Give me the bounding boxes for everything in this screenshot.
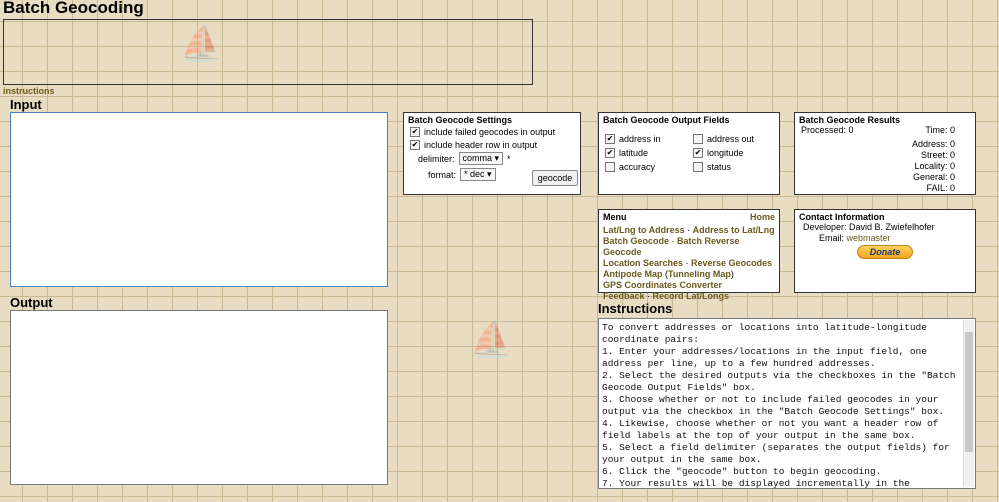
output-textarea[interactable] [10,310,388,485]
status-label: status [707,161,732,172]
contact-box: Contact Information Developer: David B. … [794,209,976,293]
output-label: Output [10,295,53,310]
field-accuracy[interactable]: accuracy [605,160,693,173]
menu-link-tunneling-map[interactable]: Tunneling Map [668,269,731,279]
accuracy-checkbox[interactable] [605,161,615,172]
include-header-checkbox[interactable]: ✔ [410,139,420,150]
settings-title: Batch Geocode Settings [408,115,513,125]
menu-box: Menu Home Lat/Lng to Address · Address t… [598,209,780,301]
email-link[interactable]: webmaster [847,233,891,243]
email-label: Email: [819,233,845,243]
menu-link-feedback[interactable]: Feedback [603,291,645,301]
contact-title: Contact Information [799,212,885,222]
developer-label: Developer: [803,222,847,232]
format-label: format: [428,169,457,180]
page-title: Batch Geocoding [3,0,144,17]
latitude-checkbox[interactable]: ✔ [605,147,615,158]
time-value: 0 [950,125,956,135]
fail-count-label: FAIL: [926,183,948,193]
menu-link-gps-converter[interactable]: GPS Coordinates Converter [603,280,722,290]
delimiter-select[interactable]: comma ▾ [458,152,504,165]
menu-link-antipode-map[interactable]: Antipode Map [603,269,663,279]
longitude-checkbox[interactable]: ✔ [693,147,703,158]
accuracy-label: accuracy [619,161,656,172]
settings-box: Batch Geocode Settings ✔ include failed … [403,112,581,195]
field-longitude[interactable]: ✔ longitude [693,146,781,159]
address-out-label: address out [707,133,755,144]
instructions-text: To convert addresses or locations into l… [602,322,956,488]
street-count-label: Street: [920,150,948,160]
instructions-textarea-frame[interactable]: To convert addresses or locations into l… [598,318,976,489]
format-select[interactable]: * dec ▾ [460,168,496,181]
locality-count-value: 0 [950,161,956,171]
output-fields-title: Batch Geocode Output Fields [603,115,730,125]
menu-separator: · [683,258,692,268]
address-count-label: Address: [911,139,948,149]
menu-link-location-searches[interactable]: Location Searches [603,258,683,268]
latitude-label: latitude [619,147,649,158]
menu-title: Menu [603,212,627,222]
menu-paren-close: ) [730,269,734,279]
menu-separator: · [669,236,678,246]
street-count-value: 0 [950,150,956,160]
delimiter-label: delimiter: [418,153,455,164]
developer-name: David B. Zwiefelhofer [849,222,935,232]
field-address-in[interactable]: ✔ address in [605,132,693,145]
field-status[interactable]: status [693,160,781,173]
include-header-label: include header row in output [424,139,538,150]
address-count-value: 0 [950,139,956,149]
geocode-button[interactable]: geocode [532,170,578,186]
instructions-label: Instructions [598,301,673,316]
processed-value: 0 [848,125,854,135]
menu-separator: · [684,225,693,235]
address-out-checkbox[interactable] [693,133,703,144]
address-in-label: address in [619,133,661,144]
locality-count-label: Locality: [914,161,948,171]
input-label: Input [10,97,42,112]
menu-link-record-latlongs[interactable]: Record Lat/Longs [653,291,730,301]
general-count-value: 0 [950,172,956,182]
include-failed-checkbox[interactable]: ✔ [410,126,420,137]
menu-home-link[interactable]: Home [750,212,775,223]
longitude-label: longitude [707,147,744,158]
include-failed-label: include failed geocodes in output [424,126,556,137]
menu-separator: · [644,291,653,301]
ship-watermark-icon: ⛵ [470,321,513,359]
time-label: Time: [925,125,948,135]
menu-link-address-to-latlng[interactable]: Address to Lat/Lng [693,225,775,235]
input-textarea[interactable] [10,112,388,287]
banner-ad-frame [3,19,533,85]
menu-link-latlng-to-address[interactable]: Lat/Lng to Address [603,225,685,235]
delimiter-asterisk: * [507,153,511,164]
processed-label: Processed: [801,125,847,135]
donate-button[interactable]: Donate [857,245,913,259]
results-title: Batch Geocode Results [799,115,901,125]
output-fields-box: Batch Geocode Output Fields ✔ address in … [598,112,780,195]
general-count-label: General: [912,172,948,182]
instructions-link[interactable]: instructions [3,86,55,96]
address-in-checkbox[interactable]: ✔ [605,133,615,144]
fail-count-value: 0 [950,183,956,193]
field-address-out[interactable]: address out [693,132,781,145]
status-checkbox[interactable] [693,161,703,172]
menu-link-reverse-geocodes[interactable]: Reverse Geocodes [691,258,772,268]
instructions-scrollbar[interactable] [963,320,974,487]
menu-link-batch-geocode[interactable]: Batch Geocode [603,236,669,246]
field-latitude[interactable]: ✔ latitude [605,146,693,159]
scrollbar-thumb[interactable] [965,332,973,452]
results-box: Batch Geocode Results Processed: 0 Time:… [794,112,976,195]
